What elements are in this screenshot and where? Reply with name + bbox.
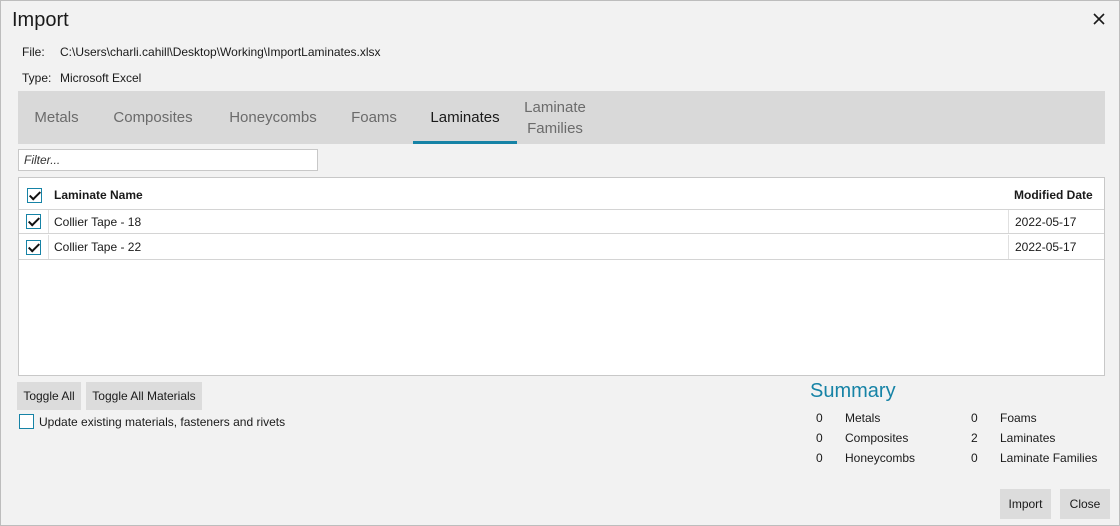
column-header-name[interactable]: Laminate Name: [49, 188, 1008, 202]
summary-count-honeycombs: 0: [816, 451, 823, 465]
file-path: C:\Users\charli.cahill\Desktop\Working\I…: [60, 45, 381, 59]
summary-count-foams: 0: [971, 411, 978, 425]
close-button[interactable]: Close: [1060, 489, 1110, 519]
row-checkbox-cell: [19, 235, 49, 259]
update-existing-checkbox[interactable]: [19, 414, 34, 429]
toggle-all-button[interactable]: Toggle All: [17, 382, 81, 410]
summary-label-composites: Composites: [845, 431, 909, 445]
modified-date: 2022-05-17: [1008, 210, 1104, 233]
table-row[interactable]: Collier Tape - 22 2022-05-17: [19, 235, 1104, 260]
tab-laminate-families[interactable]: Laminate Families: [517, 91, 593, 144]
row-checkbox[interactable]: [26, 214, 41, 229]
material-tabs: Metals Composites Honeycombs Foams Lamin…: [18, 91, 1105, 144]
summary-count-laminates: 2: [971, 431, 978, 445]
type-value: Microsoft Excel: [60, 71, 142, 85]
tab-composites[interactable]: Composites: [95, 91, 211, 144]
dialog-title: Import: [12, 9, 69, 31]
row-checkbox-cell: [19, 210, 49, 233]
laminate-grid: Laminate Name Modified Date Collier Tape…: [18, 177, 1105, 376]
laminate-name: Collier Tape - 18: [54, 214, 142, 229]
grid-header: Laminate Name Modified Date: [19, 182, 1104, 208]
column-header-date[interactable]: Modified Date: [1008, 182, 1104, 208]
update-existing-label: Update existing materials, fasteners and…: [39, 414, 286, 429]
tab-laminates[interactable]: Laminates: [413, 91, 517, 144]
header-checkbox-cell: [19, 182, 49, 208]
import-button[interactable]: Import: [1000, 489, 1051, 519]
summary-label-laminates: Laminates: [1000, 431, 1056, 445]
laminate-name: Collier Tape - 22: [54, 240, 142, 254]
summary-count-metals: 0: [816, 411, 823, 425]
type-row: Type: Microsoft Excel: [22, 71, 141, 85]
summary-label-metals: Metals: [845, 411, 881, 425]
modified-date: 2022-05-17: [1008, 235, 1104, 259]
update-existing-option[interactable]: Update existing materials, fasteners and…: [19, 414, 285, 429]
import-dialog: Import File: C:\Users\charli.cahill\Deskt…: [0, 0, 1120, 526]
toggle-all-materials-button[interactable]: Toggle All Materials: [86, 382, 202, 410]
summary-label-honeycombs: Honeycombs: [845, 451, 916, 465]
summary-label-laminate-families: Laminate Families: [1000, 451, 1098, 465]
filter-input[interactable]: [18, 149, 318, 171]
type-label: Type:: [22, 71, 52, 85]
file-label: File:: [22, 45, 45, 59]
summary-title: Summary: [810, 380, 896, 402]
summary-count-laminate-families: 0: [971, 451, 978, 465]
row-checkbox[interactable]: [26, 239, 41, 255]
file-row: File: C:\Users\charli.cahill\Desktop\Work…: [22, 45, 381, 59]
tab-honeycombs[interactable]: Honeycombs: [211, 91, 335, 144]
tab-metals[interactable]: Metals: [18, 91, 95, 144]
table-row[interactable]: Collier Tape - 18 2022-05-17: [19, 209, 1104, 234]
summary-count-composites: 0: [816, 431, 823, 445]
tab-foams[interactable]: Foams: [335, 91, 413, 144]
close-icon[interactable]: [1091, 11, 1107, 27]
select-all-checkbox[interactable]: [26, 187, 42, 203]
summary-label-foams: Foams: [1000, 411, 1037, 425]
